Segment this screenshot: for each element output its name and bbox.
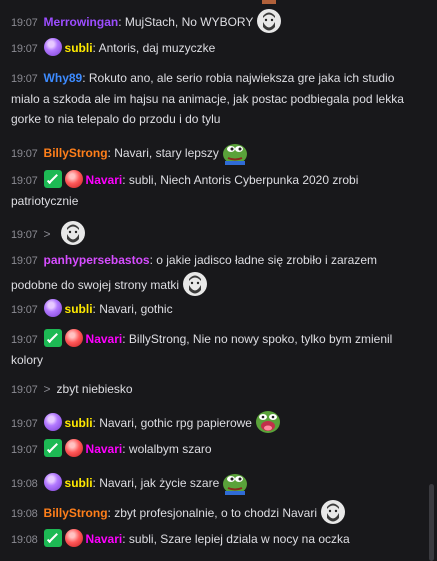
chat-message: 19:07 Why89: Rokuto ano, ale serio robia … xyxy=(11,71,404,126)
red-gem-badge-icon xyxy=(64,439,83,457)
timestamp: 19:07 xyxy=(11,444,38,456)
timestamp: 19:08 xyxy=(11,508,38,520)
username[interactable]: Why89 xyxy=(44,71,83,85)
message-text: wolalbym szaro xyxy=(128,442,212,456)
timestamp: 19:07 xyxy=(11,384,38,396)
chat-message: 19:07 Navari: subli, Niech Antoris Cyberp… xyxy=(11,170,417,211)
sword-badge-icon xyxy=(43,329,62,347)
timestamp: 19:07 xyxy=(11,255,38,267)
sword-badge-icon xyxy=(43,529,62,547)
chat-message: 19:08 Navari: subli, Szare lepiej dziala … xyxy=(11,529,417,550)
message-text: MujStach, No WYBORY xyxy=(124,15,254,29)
red-gem-badge-icon xyxy=(64,329,83,347)
message-text: Antoris, daj muzyczke xyxy=(98,41,216,55)
timestamp: 19:07 xyxy=(11,148,38,160)
reply-arrow: > xyxy=(43,382,51,396)
timestamp: 19:07 xyxy=(11,304,38,316)
message-text: zbyt niebiesko xyxy=(56,382,133,396)
timestamp: 19:07 xyxy=(11,334,38,346)
message-text: zbyt profesjonalnie, o to chodzi Navari xyxy=(114,506,317,520)
username[interactable]: BillyStrong xyxy=(44,146,108,160)
bearded-face-emote xyxy=(256,8,282,34)
message-text: subli, Szare lepiej dziala w nocy na ocz… xyxy=(128,532,350,546)
username[interactable]: Merrowingan xyxy=(44,15,119,29)
red-gem-badge-icon xyxy=(64,529,83,547)
chat-message: 19:07 subli: Navari, gothic rpg papierowe xyxy=(11,409,417,435)
chat-scrollbar[interactable] xyxy=(429,484,434,561)
timestamp: 19:07 xyxy=(11,43,38,55)
chat-message: 19:07 subli: Navari, gothic xyxy=(11,299,417,320)
message-text: Navari, stary lepszy xyxy=(114,146,219,160)
pepe-emote xyxy=(222,469,248,495)
timestamp: 19:07 xyxy=(11,17,38,29)
chat-message: 19:08 BillyStrong: zbyt profesjonalnie, o… xyxy=(11,499,417,525)
username[interactable]: subli xyxy=(65,302,93,316)
chat-message: 19:07 subli: Antoris, daj muzyczke xyxy=(11,38,417,59)
username[interactable]: Navari xyxy=(86,442,123,456)
timestamp: 19:07 xyxy=(11,229,38,241)
red-gem-badge-icon xyxy=(64,170,83,188)
bearded-face-emote xyxy=(60,220,86,246)
sword-badge-icon xyxy=(43,439,62,457)
chat-message: 19:07 Navari: wolalbym szaro xyxy=(11,439,417,460)
username[interactable]: Navari xyxy=(86,332,123,346)
bearded-face-emote xyxy=(320,499,346,525)
gem-badge-icon xyxy=(43,38,62,56)
username[interactable]: subli xyxy=(65,41,93,55)
message-text: subli, Niech Antoris Cyberpunka 2020 zro… xyxy=(11,173,359,208)
chat-message: 19:07 Navari: BillyStrong, Nie no nowy sp… xyxy=(11,329,417,370)
pepe-scream-emote xyxy=(255,409,281,435)
username[interactable]: subli xyxy=(65,476,93,490)
message-text: Navari, gothic xyxy=(99,302,173,316)
username[interactable]: Navari xyxy=(86,532,123,546)
timestamp: 19:08 xyxy=(11,534,38,546)
timestamp: 19:07 xyxy=(11,73,38,85)
chat-message: 19:07 Merrowingan: MujStach, No WYBORY xyxy=(11,8,417,34)
timestamp: 19:07 xyxy=(11,175,38,187)
timestamp: 19:08 xyxy=(11,478,38,490)
chat-message: 19:08 subli: Navari, jak życie szare xyxy=(11,469,417,495)
message-text: Navari, jak życie szare xyxy=(99,476,220,490)
chat-message: 19:07 BillyStrong: Navari, stary lepszy xyxy=(11,139,417,165)
pepe-emote xyxy=(222,139,248,165)
message-text: Navari, gothic rpg papierowe xyxy=(99,416,252,430)
gem-badge-icon xyxy=(43,413,62,431)
sword-badge-icon xyxy=(43,170,62,188)
bearded-face-emote xyxy=(182,271,208,297)
username[interactable]: panhypersebastos xyxy=(44,253,150,267)
username[interactable]: BillyStrong xyxy=(44,506,108,520)
chat-message: 19:07 > xyxy=(11,220,417,246)
timestamp: 19:07 xyxy=(11,418,38,430)
chat-message: 19:07 > zbyt niebiesko xyxy=(11,379,417,400)
username[interactable]: subli xyxy=(65,416,93,430)
chat-log: 19:07 Merrowingan: MujStach, No WYBORY 19… xyxy=(0,0,425,561)
gem-badge-icon xyxy=(43,473,62,491)
reply-arrow: > xyxy=(43,227,51,241)
gem-badge-icon xyxy=(43,299,62,317)
username[interactable]: Navari xyxy=(86,173,123,187)
chat-message: 19:07 panhypersebastos: o jakie jadisco ł… xyxy=(11,250,417,297)
